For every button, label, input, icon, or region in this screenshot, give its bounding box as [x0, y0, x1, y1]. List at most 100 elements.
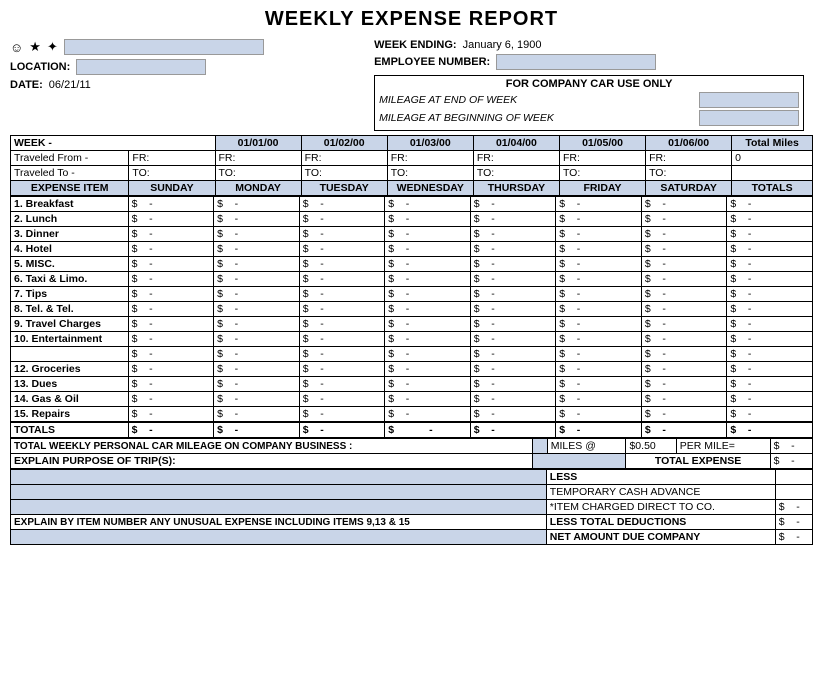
expense-day-11-4[interactable]: $ - — [470, 362, 556, 377]
expense-day-0-5[interactable]: $ - — [556, 197, 642, 212]
expense-total-10[interactable]: $ - — [727, 347, 813, 362]
expense-day-12-4[interactable]: $ - — [470, 377, 556, 392]
expense-day-11-1[interactable]: $ - — [214, 362, 300, 377]
expense-day-3-5[interactable]: $ - — [556, 242, 642, 257]
expense-day-0-1[interactable]: $ - — [214, 197, 300, 212]
employee-number-input[interactable] — [496, 54, 656, 70]
expense-day-4-5[interactable]: $ - — [556, 257, 642, 272]
expense-day-10-5[interactable]: $ - — [556, 347, 642, 362]
expense-day-0-6[interactable]: $ - — [641, 197, 727, 212]
expense-day-12-2[interactable]: $ - — [299, 377, 385, 392]
expense-day-5-4[interactable]: $ - — [470, 272, 556, 287]
expense-day-1-4[interactable]: $ - — [470, 212, 556, 227]
expense-total-13[interactable]: $ - — [727, 392, 813, 407]
expense-total-1[interactable]: $ - — [727, 212, 813, 227]
expense-day-6-5[interactable]: $ - — [556, 287, 642, 302]
expense-day-4-4[interactable]: $ - — [470, 257, 556, 272]
expense-day-3-2[interactable]: $ - — [299, 242, 385, 257]
expense-day-2-2[interactable]: $ - — [299, 227, 385, 242]
expense-day-14-5[interactable]: $ - — [556, 407, 642, 422]
expense-day-3-3[interactable]: $ - — [385, 242, 471, 257]
expense-day-12-5[interactable]: $ - — [556, 377, 642, 392]
expense-total-0[interactable]: $ - — [727, 197, 813, 212]
expense-day-14-4[interactable]: $ - — [470, 407, 556, 422]
expense-day-2-0[interactable]: $ - — [128, 227, 214, 242]
expense-day-5-2[interactable]: $ - — [299, 272, 385, 287]
expense-day-13-2[interactable]: $ - — [299, 392, 385, 407]
expense-day-8-2[interactable]: $ - — [299, 317, 385, 332]
expense-day-1-3[interactable]: $ - — [385, 212, 471, 227]
expense-day-4-6[interactable]: $ - — [641, 257, 727, 272]
expense-total-3[interactable]: $ - — [727, 242, 813, 257]
expense-day-12-3[interactable]: $ - — [385, 377, 471, 392]
purpose-input[interactable] — [532, 454, 626, 469]
expense-day-4-0[interactable]: $ - — [128, 257, 214, 272]
expense-day-4-1[interactable]: $ - — [214, 257, 300, 272]
expense-day-9-1[interactable]: $ - — [214, 332, 300, 347]
expense-day-10-1[interactable]: $ - — [214, 347, 300, 362]
expense-day-4-3[interactable]: $ - — [385, 257, 471, 272]
expense-day-8-4[interactable]: $ - — [470, 317, 556, 332]
expense-total-8[interactable]: $ - — [727, 317, 813, 332]
expense-day-7-5[interactable]: $ - — [556, 302, 642, 317]
icon-input[interactable] — [64, 39, 264, 55]
expense-day-6-4[interactable]: $ - — [470, 287, 556, 302]
expense-day-7-2[interactable]: $ - — [299, 302, 385, 317]
expense-day-2-4[interactable]: $ - — [470, 227, 556, 242]
expense-day-14-6[interactable]: $ - — [641, 407, 727, 422]
expense-day-13-1[interactable]: $ - — [214, 392, 300, 407]
expense-day-14-2[interactable]: $ - — [299, 407, 385, 422]
expense-day-5-6[interactable]: $ - — [641, 272, 727, 287]
expense-day-13-0[interactable]: $ - — [128, 392, 214, 407]
mileage-end-input[interactable] — [699, 92, 799, 108]
expense-day-3-0[interactable]: $ - — [128, 242, 214, 257]
expense-day-9-5[interactable]: $ - — [556, 332, 642, 347]
expense-day-8-5[interactable]: $ - — [556, 317, 642, 332]
expense-total-6[interactable]: $ - — [727, 287, 813, 302]
expense-day-1-1[interactable]: $ - — [214, 212, 300, 227]
expense-day-1-6[interactable]: $ - — [641, 212, 727, 227]
expense-day-12-1[interactable]: $ - — [214, 377, 300, 392]
expense-day-5-1[interactable]: $ - — [214, 272, 300, 287]
expense-day-2-3[interactable]: $ - — [385, 227, 471, 242]
expense-day-5-0[interactable]: $ - — [128, 272, 214, 287]
expense-day-7-6[interactable]: $ - — [641, 302, 727, 317]
expense-day-1-2[interactable]: $ - — [299, 212, 385, 227]
expense-day-8-1[interactable]: $ - — [214, 317, 300, 332]
expense-day-13-6[interactable]: $ - — [641, 392, 727, 407]
expense-day-11-5[interactable]: $ - — [556, 362, 642, 377]
expense-day-0-3[interactable]: $ - — [385, 197, 471, 212]
expense-day-2-5[interactable]: $ - — [556, 227, 642, 242]
expense-day-5-5[interactable]: $ - — [556, 272, 642, 287]
expense-day-11-6[interactable]: $ - — [641, 362, 727, 377]
expense-total-4[interactable]: $ - — [727, 257, 813, 272]
expense-day-9-2[interactable]: $ - — [299, 332, 385, 347]
expense-day-7-3[interactable]: $ - — [385, 302, 471, 317]
expense-day-1-5[interactable]: $ - — [556, 212, 642, 227]
expense-day-14-3[interactable]: $ - — [385, 407, 471, 422]
expense-day-10-6[interactable]: $ - — [641, 347, 727, 362]
expense-day-11-2[interactable]: $ - — [299, 362, 385, 377]
expense-day-5-3[interactable]: $ - — [385, 272, 471, 287]
expense-total-9[interactable]: $ - — [727, 332, 813, 347]
expense-day-9-3[interactable]: $ - — [385, 332, 471, 347]
expense-day-8-6[interactable]: $ - — [641, 317, 727, 332]
expense-day-13-3[interactable]: $ - — [385, 392, 471, 407]
expense-total-5[interactable]: $ - — [727, 272, 813, 287]
mileage-begin-input[interactable] — [699, 110, 799, 126]
expense-day-7-1[interactable]: $ - — [214, 302, 300, 317]
expense-day-2-1[interactable]: $ - — [214, 227, 300, 242]
expense-day-14-0[interactable]: $ - — [128, 407, 214, 422]
expense-day-12-6[interactable]: $ - — [641, 377, 727, 392]
expense-total-11[interactable]: $ - — [727, 362, 813, 377]
expense-day-10-0[interactable]: $ - — [128, 347, 214, 362]
expense-day-6-3[interactable]: $ - — [385, 287, 471, 302]
expense-day-6-2[interactable]: $ - — [299, 287, 385, 302]
expense-day-11-0[interactable]: $ - — [128, 362, 214, 377]
expense-day-7-4[interactable]: $ - — [470, 302, 556, 317]
expense-day-9-6[interactable]: $ - — [641, 332, 727, 347]
expense-day-8-3[interactable]: $ - — [385, 317, 471, 332]
expense-total-14[interactable]: $ - — [727, 407, 813, 422]
expense-day-13-4[interactable]: $ - — [470, 392, 556, 407]
expense-day-3-6[interactable]: $ - — [641, 242, 727, 257]
